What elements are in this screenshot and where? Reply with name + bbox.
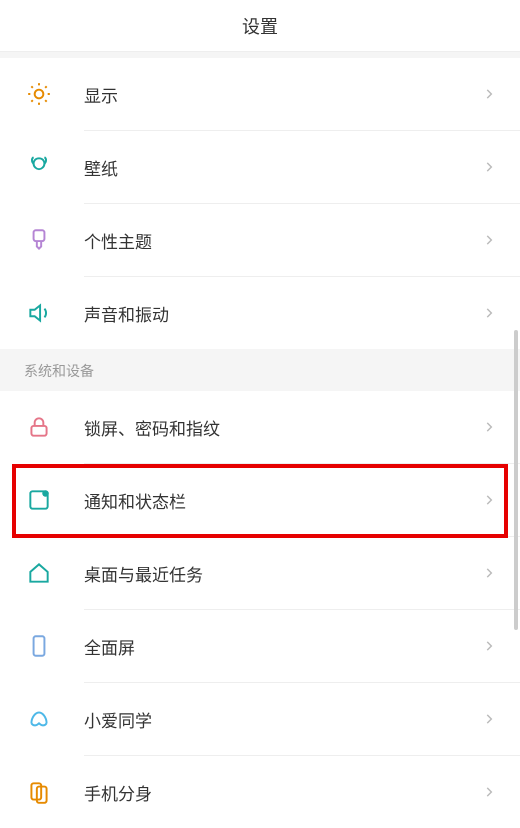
chevron-right-icon xyxy=(482,493,496,507)
flower-icon xyxy=(24,152,54,182)
chevron-right-icon xyxy=(482,420,496,434)
home-icon xyxy=(24,558,54,588)
brush-icon xyxy=(24,225,54,255)
item-label: 手机分身 xyxy=(84,780,482,805)
item-display[interactable]: 显示 xyxy=(0,58,520,130)
item-label: 小爱同学 xyxy=(84,707,482,732)
settings-content: 显示 壁纸 xyxy=(0,58,520,828)
item-clone[interactable]: 手机分身 xyxy=(0,756,520,828)
item-themes[interactable]: 个性主题 xyxy=(0,204,520,276)
chevron-right-icon xyxy=(482,785,496,799)
item-label: 全面屏 xyxy=(84,634,482,659)
xiaoai-icon xyxy=(24,704,54,734)
item-home[interactable]: 桌面与最近任务 xyxy=(0,537,520,609)
clone-icon xyxy=(24,777,54,807)
chevron-right-icon xyxy=(482,566,496,580)
group-system: 锁屏、密码和指纹 通知和状态栏 xyxy=(0,391,520,828)
page-title: 设置 xyxy=(242,13,278,39)
group-label-system: 系统和设备 xyxy=(0,349,520,391)
sound-icon xyxy=(24,298,54,328)
item-fullscreen[interactable]: 全面屏 xyxy=(0,610,520,682)
item-notification[interactable]: 通知和状态栏 xyxy=(0,464,520,536)
chevron-right-icon xyxy=(482,306,496,320)
chevron-right-icon xyxy=(482,233,496,247)
group-display: 显示 壁纸 xyxy=(0,58,520,349)
item-label: 壁纸 xyxy=(84,155,482,180)
item-label: 显示 xyxy=(84,82,482,107)
item-label: 个性主题 xyxy=(84,228,482,253)
page-header: 设置 xyxy=(0,0,520,52)
item-wallpaper[interactable]: 壁纸 xyxy=(0,131,520,203)
item-sound[interactable]: 声音和振动 xyxy=(0,277,520,349)
item-label: 声音和振动 xyxy=(84,301,482,326)
lock-icon xyxy=(24,412,54,442)
item-label: 桌面与最近任务 xyxy=(84,561,482,586)
item-label: 锁屏、密码和指纹 xyxy=(84,415,482,440)
scrollbar[interactable] xyxy=(514,330,518,630)
fullscreen-icon xyxy=(24,631,54,661)
item-xiaoai[interactable]: 小爱同学 xyxy=(0,683,520,755)
notification-icon xyxy=(24,485,54,515)
chevron-right-icon xyxy=(482,639,496,653)
chevron-right-icon xyxy=(482,712,496,726)
sun-icon xyxy=(24,79,54,109)
item-label: 通知和状态栏 xyxy=(84,488,482,513)
item-lockscreen[interactable]: 锁屏、密码和指纹 xyxy=(0,391,520,463)
chevron-right-icon xyxy=(482,87,496,101)
chevron-right-icon xyxy=(482,160,496,174)
